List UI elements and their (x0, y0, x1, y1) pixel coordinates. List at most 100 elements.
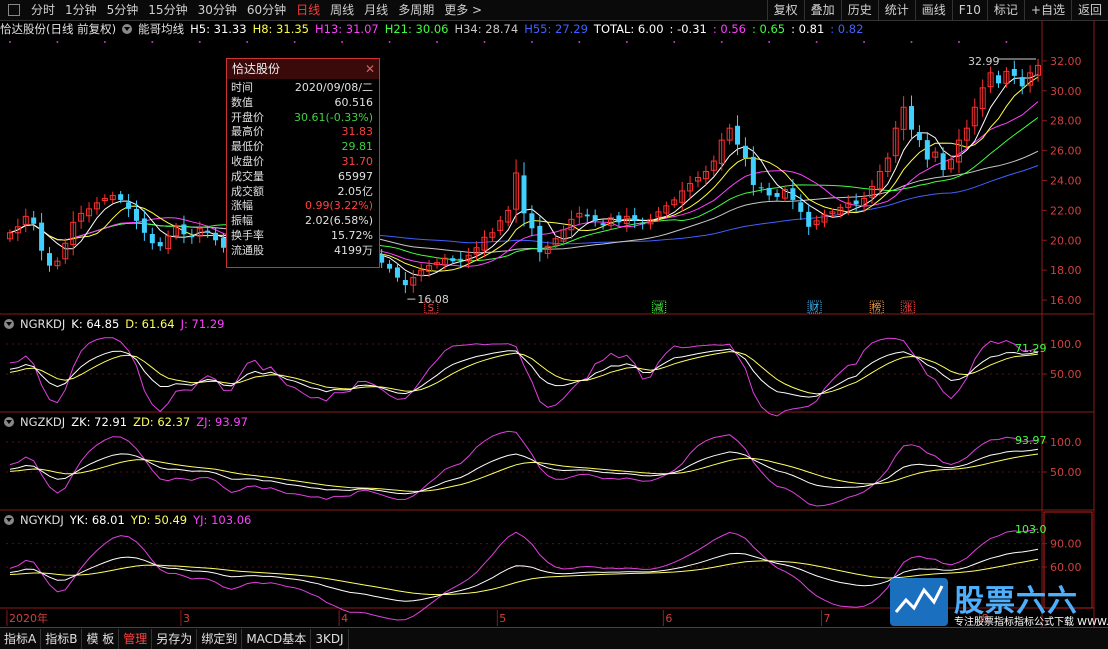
tooltip-row: 开盘价 30.61(-0.33%) (227, 111, 379, 126)
candle-body (141, 218, 147, 233)
month-label-1: 3 (183, 612, 190, 625)
candle-body (774, 193, 780, 197)
kdj3-k-line (9, 548, 1039, 602)
candle-body (189, 235, 195, 238)
tooltip-value-3: 31.83 (341, 125, 374, 139)
month-label-5: 7 (824, 612, 831, 625)
candle-body (126, 202, 132, 209)
candle-body (632, 215, 638, 221)
tooltip-title: 恰达股份 ✕ (227, 59, 379, 79)
kdj3-dropdown-icon[interactable] (4, 515, 14, 525)
kdj2-tick-label-0: 100.0 (1050, 436, 1082, 449)
tooltip-key-8: 涨幅 (231, 199, 253, 213)
top-dot (483, 41, 486, 43)
candle-body (600, 223, 606, 226)
candle-body (853, 200, 859, 205)
high-label: 32.99 (968, 55, 1000, 68)
tooltip-row: 最高价 31.83 (227, 125, 379, 140)
top-dot (388, 41, 391, 43)
kdj3-value-0: YK: 68.01 (69, 513, 125, 527)
tooltip-stock-name: 恰达股份 (232, 62, 281, 76)
candle-body (31, 217, 37, 224)
top-dot (103, 41, 106, 43)
tooltip-row: 流通股 4199万 (227, 244, 379, 259)
indicator-tab-4[interactable]: 另存为 (152, 628, 198, 649)
candle-body (46, 253, 52, 266)
tooltip-key-7: 成交额 (231, 184, 264, 198)
kdj1-name: NGRKDJ (20, 317, 66, 331)
kdj1-k-line (9, 348, 1039, 398)
kdj1-dropdown-icon[interactable] (4, 319, 14, 329)
tooltip-key-1: 数值 (231, 95, 253, 109)
tooltip-value-9: 2.02(6.58%) (304, 214, 373, 228)
tooltip-key-11: 流通股 (231, 243, 264, 257)
candle-body (521, 175, 527, 214)
event-marker-0: S (428, 303, 434, 314)
candle-body (39, 222, 45, 251)
price-tick-label-5: 22.00 (1050, 204, 1082, 217)
event-marker-4: 涨 (902, 302, 912, 314)
candle-body (616, 215, 622, 223)
kdj3-header: NGYKDJ YK: 68.01 YD: 50.49 YJ: 103.06 (4, 512, 257, 528)
top-dot (578, 41, 581, 43)
kdj3-tick-label-1: 60.00 (1050, 561, 1082, 574)
candle-body (766, 187, 772, 196)
kdj2-last-value: 93.97 (1015, 434, 1047, 447)
candle-body (537, 225, 543, 253)
candle-body (1011, 68, 1017, 76)
candle-body (790, 188, 796, 200)
candle-body (640, 223, 646, 225)
top-dot (768, 41, 771, 43)
top-dot (815, 41, 818, 43)
logo-mark-icon (890, 578, 948, 626)
tooltip-value-11: 4199万 (334, 243, 373, 257)
candle-body (1019, 77, 1025, 87)
tooltip-key-3: 最高价 (231, 125, 264, 139)
tooltip-value-5: 31.70 (341, 154, 374, 168)
indicator-tab-0[interactable]: 指标A (0, 628, 42, 649)
tooltip-row: 振幅 2.02(6.58%) (227, 214, 379, 229)
month-label-4: 6 (665, 612, 672, 625)
kdj2-d-line (9, 453, 1039, 492)
kdj1-value-2: J: 71.29 (180, 317, 225, 331)
candle-body (450, 258, 456, 262)
tooltip-value-4: 29.81 (341, 140, 374, 154)
price-tick-label-1: 30.00 (1050, 85, 1082, 98)
tooltip-value-1: 60.516 (334, 95, 374, 109)
kdj3-name: NGYKDJ (20, 513, 64, 527)
quote-tooltip: 恰达股份 ✕ 时间 2020/09/08/二 数值 60.516 开盘价 30.61(-0… (226, 58, 380, 268)
candle-body (458, 258, 464, 260)
kdj2-value-1: ZD: 62.37 (133, 415, 191, 429)
indicator-tab-1[interactable]: 指标B (41, 628, 83, 649)
candle-body (940, 153, 946, 171)
kdj2-value-0: ZK: 72.91 (71, 415, 128, 429)
close-icon[interactable]: ✕ (365, 59, 375, 79)
tooltip-value-10: 15.72% (331, 228, 373, 242)
tooltip-key-2: 开盘价 (231, 110, 264, 124)
indicator-tab-6[interactable]: MACD基本 (242, 628, 312, 649)
tooltip-value-0: 2020/09/08/二 (294, 81, 373, 94)
price-tick-label-0: 32.00 (1050, 55, 1082, 68)
top-dot (625, 41, 628, 43)
month-label-2: 4 (341, 612, 348, 625)
kdj2-name: NGZKDJ (20, 415, 66, 429)
candle-body (213, 232, 219, 241)
indicator-tab-2[interactable]: 模 板 (82, 628, 120, 649)
candle-body (584, 214, 590, 217)
kdj3-tick-label-0: 90.00 (1050, 538, 1082, 551)
candle-body (735, 125, 741, 145)
indicator-tab-3[interactable]: 管理 (119, 628, 153, 649)
top-dot (8, 41, 11, 43)
tooltip-value-7: 2.05亿 (337, 184, 374, 198)
indicator-tab-7[interactable]: 3KDJ (311, 628, 349, 649)
indicator-tab-5[interactable]: 绑定到 (197, 628, 243, 649)
candle-body (909, 106, 915, 130)
kdj2-dropdown-icon[interactable] (4, 417, 14, 427)
tooltip-value-6: 65997 (338, 169, 373, 183)
top-dot (910, 41, 913, 43)
top-dot (863, 41, 866, 43)
candle-body (750, 156, 756, 185)
top-dot (720, 41, 723, 43)
tooltip-row: 涨幅 0.99(3.22%) (227, 199, 379, 214)
candle-body (798, 202, 804, 212)
